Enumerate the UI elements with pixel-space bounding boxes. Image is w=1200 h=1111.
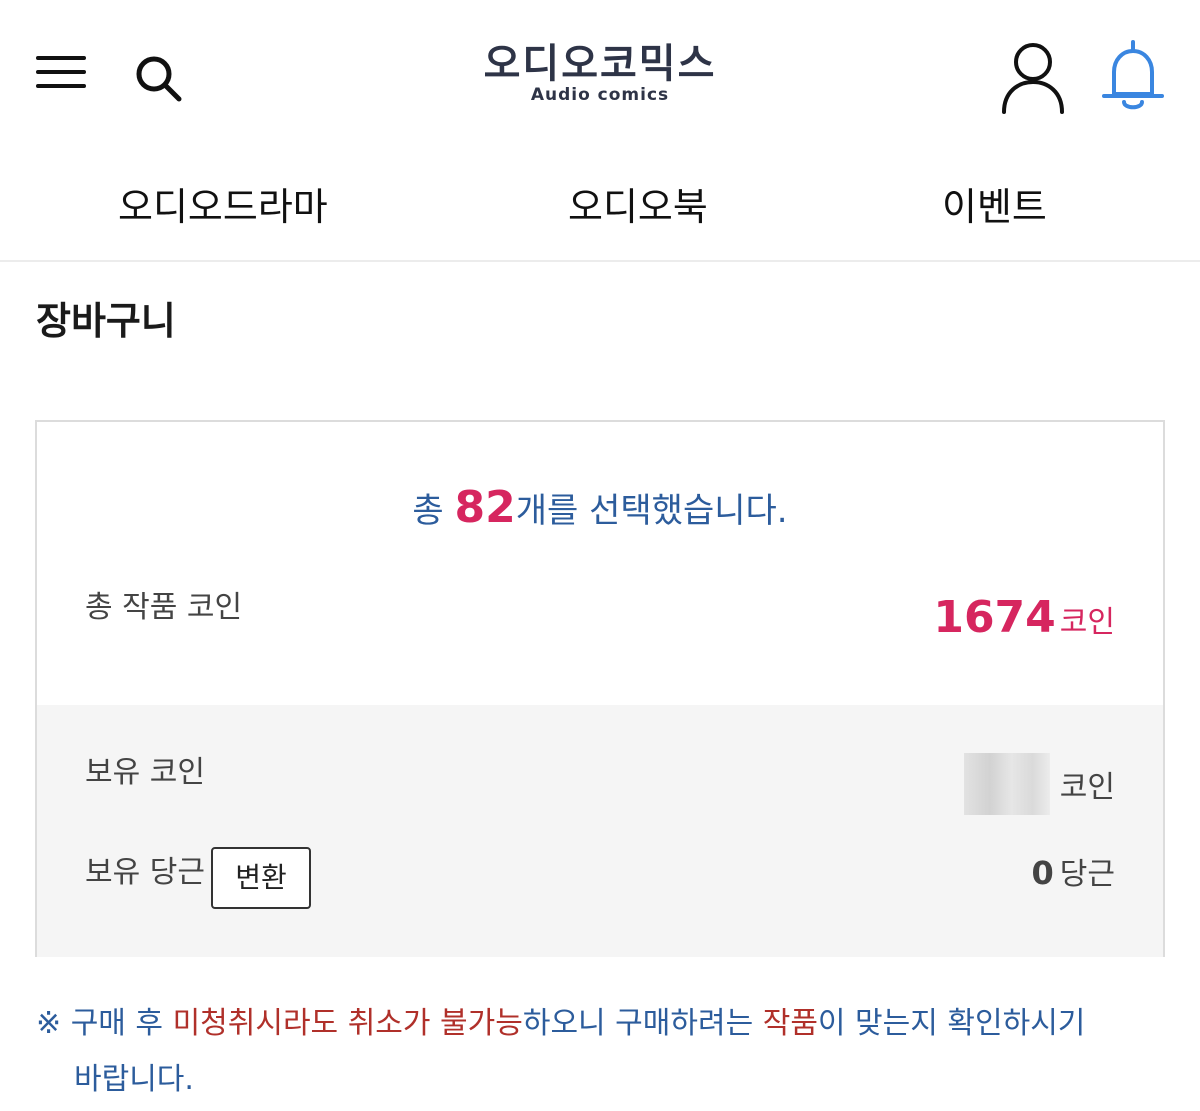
summary-suffix: 개를 선택했습니다.: [515, 491, 788, 531]
menu-icon[interactable]: [36, 52, 86, 92]
selected-count: 82: [454, 482, 516, 533]
own-coins-unit: 코인: [1059, 770, 1115, 805]
notice-text-3: 이 맞는지 확인하시기: [817, 1006, 1086, 1041]
own-coins-value: 코인: [963, 753, 1115, 815]
logo[interactable]: 오디오코믹스 Audio comics: [470, 38, 730, 118]
notice-mark: ※: [36, 1006, 71, 1041]
app-header: 오디오코믹스 Audio comics: [0, 0, 1200, 150]
own-carrots-label: 보유 당근: [85, 855, 205, 890]
total-coins-number: 1674: [933, 592, 1056, 643]
total-coins-value: 1674 코인: [933, 590, 1115, 655]
page-title: 장바구니: [36, 299, 176, 343]
notice-text-2: 하오니 구매하려는: [522, 1006, 763, 1041]
nav-audio-book[interactable]: 오디오북: [568, 182, 708, 232]
purchase-notice: ※ 구매 후 미청취시라도 취소가 불가능하오니 구매하려는 작품이 맞는지 확…: [36, 996, 1136, 1108]
user-icon[interactable]: [998, 40, 1068, 115]
logo-korean: 오디오코믹스: [483, 41, 717, 87]
notice-text-1: 구매 후: [70, 1006, 173, 1041]
summary-prefix: 총: [412, 491, 455, 531]
own-carrots-unit: 당근: [1059, 857, 1115, 892]
bell-icon[interactable]: [1100, 38, 1166, 116]
search-icon[interactable]: [132, 52, 186, 106]
nav-event[interactable]: 이벤트: [942, 182, 1047, 232]
own-coins-label: 보유 코인: [85, 755, 205, 790]
own-carrots-value: 0 당근: [1032, 853, 1115, 899]
category-nav: 오디오드라마 오디오북 이벤트: [0, 160, 1200, 262]
notice-work: 작품: [762, 1006, 818, 1041]
selection-summary: 총 82개를 선택했습니다.: [37, 480, 1163, 539]
own-carrots-number: 0: [1031, 854, 1054, 892]
nav-audio-drama[interactable]: 오디오드라마: [118, 182, 328, 232]
convert-button[interactable]: 변환: [211, 847, 311, 909]
cart-summary-box: 총 82개를 선택했습니다. 총 작품 코인 1674 코인 보유 코인 코인 보…: [35, 420, 1165, 957]
total-coins-label: 총 작품 코인: [85, 590, 243, 625]
balance-area: 보유 코인 코인 보유 당근 변환 0 당근: [37, 705, 1163, 957]
total-coins-unit: 코인: [1059, 605, 1115, 640]
notice-warning: 미청취시라도 취소가 불가능: [172, 1006, 523, 1041]
blurred-coin-amount: [963, 753, 1050, 815]
notice-text-4: 바랍니다.: [74, 1062, 194, 1097]
